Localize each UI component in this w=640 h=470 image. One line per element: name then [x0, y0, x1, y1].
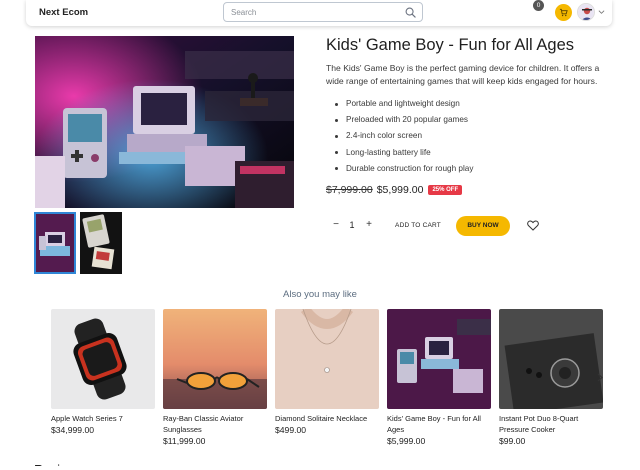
- related-product-name: Ray-Ban Classic Aviator Sunglasses: [163, 414, 244, 434]
- search-icon[interactable]: [405, 7, 416, 18]
- chevron-down-icon[interactable]: [598, 9, 605, 15]
- price-row: $7,999.00 $5,999.00 25% OFF: [326, 183, 463, 197]
- product-main-image: [35, 36, 294, 208]
- related-product-name: Instant Pot Duo 8-Quart Pressure Cooker: [499, 414, 579, 434]
- product-image: [499, 309, 603, 409]
- top-navbar: Next Ecom: [26, 0, 612, 26]
- feature-item: Long-lasting battery life: [335, 145, 473, 161]
- related-heading: Also you may like: [283, 289, 357, 300]
- product-thumbnail[interactable]: [80, 212, 122, 274]
- product-image: [387, 309, 491, 409]
- chevron-right-icon[interactable]: [596, 373, 604, 382]
- related-product-price: $11,999.00: [163, 436, 206, 446]
- product-thumbnail[interactable]: [34, 212, 76, 274]
- avatar[interactable]: [577, 3, 595, 21]
- brand-logo[interactable]: Next Ecom: [39, 7, 88, 18]
- feature-item: Preloaded with 20 popular games: [335, 112, 473, 128]
- related-product-price: $34,999.00: [51, 425, 95, 435]
- feature-item: 2.4-inch color screen: [335, 128, 473, 144]
- sale-price: $5,999.00: [376, 184, 424, 196]
- related-product-name: Diamond Solitaire Necklace: [275, 414, 368, 423]
- add-to-cart-button[interactable]: ADD TO CART: [390, 219, 446, 232]
- buy-now-button[interactable]: BUY NOW: [456, 216, 510, 236]
- quantity-decrease-button[interactable]: −: [331, 219, 341, 231]
- search-box[interactable]: [223, 2, 423, 22]
- related-product-card[interactable]: Diamond Solitaire Necklace $499.00: [275, 309, 379, 435]
- heart-icon[interactable]: [527, 220, 539, 231]
- related-product-price: $99.00: [499, 436, 526, 446]
- feature-item: Portable and lightweight design: [335, 96, 473, 112]
- related-product-card[interactable]: Instant Pot Duo 8-Quart Pressure Cooker …: [499, 309, 603, 446]
- avatar-image: [578, 4, 594, 20]
- related-product-card[interactable]: Kids' Game Boy - Fun for All Ages $5,999…: [387, 309, 491, 446]
- related-product-price: $499.00: [275, 425, 307, 435]
- related-product-card[interactable]: Apple Watch Series 7 $34,999.00: [51, 309, 155, 435]
- quantity-increase-button[interactable]: +: [364, 219, 374, 231]
- quantity-value: 1: [349, 220, 355, 230]
- product-image: [275, 309, 379, 409]
- cart-count-badge: 0: [533, 0, 544, 11]
- cart-button[interactable]: [555, 4, 572, 21]
- product-image: [163, 309, 267, 409]
- product-image: [51, 309, 155, 409]
- related-product-card[interactable]: Ray-Ban Classic Aviator Sunglasses $11,9…: [163, 309, 267, 446]
- search-input[interactable]: [224, 3, 400, 21]
- discount-badge: 25% OFF: [428, 185, 463, 195]
- feature-item: Durable construction for rough play: [335, 161, 473, 177]
- feature-list: Portable and lightweight design Preloade…: [335, 96, 473, 177]
- cart-icon: [559, 8, 568, 17]
- related-product-name: Kids' Game Boy - Fun for All Ages: [387, 414, 481, 434]
- product-title: Kids' Game Boy - Fun for All Ages: [326, 36, 575, 54]
- product-description: The Kids' Game Boy is the perfect gaming…: [326, 63, 600, 86]
- page-bottom-edge: [0, 466, 640, 470]
- product-page: Next Ecom 0: [0, 0, 640, 470]
- related-product-price: $5,999.00: [387, 436, 426, 446]
- original-price: $7,999.00: [326, 184, 373, 196]
- related-product-name: Apple Watch Series 7: [51, 414, 123, 423]
